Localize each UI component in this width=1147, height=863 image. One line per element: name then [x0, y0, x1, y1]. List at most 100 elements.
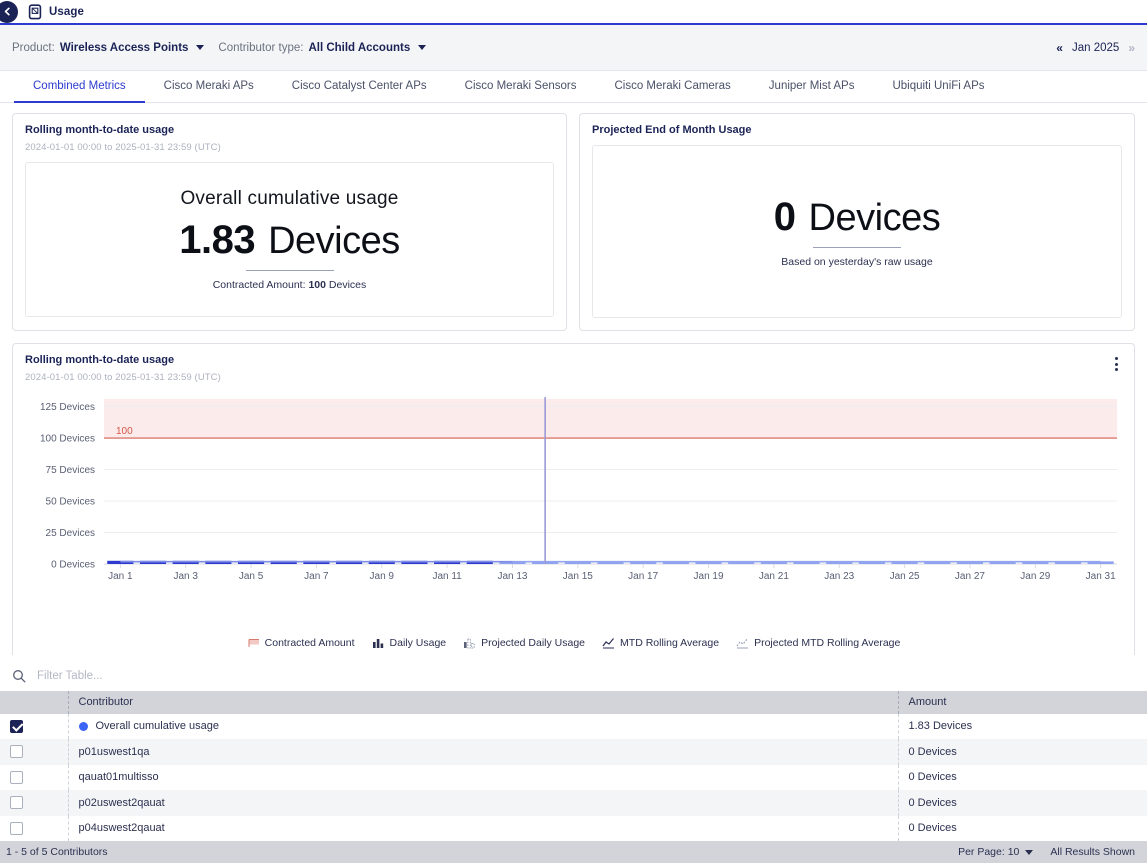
tab-juniper-mist-aps[interactable]: Juniper Mist APs [750, 71, 874, 103]
amount-cell: 0 Devices [908, 771, 957, 784]
search-icon [12, 669, 26, 683]
kebab-menu-icon[interactable] [1109, 354, 1123, 374]
divider [245, 269, 334, 271]
table-header-amount[interactable]: Amount [898, 690, 1147, 714]
legend-item-mtd-rolling-average[interactable]: MTD Rolling Average [602, 637, 719, 649]
per-page-selector[interactable]: Per Page: 10 [958, 846, 1034, 858]
table-header-row: Contributor Amount [0, 690, 1147, 714]
amount-cell: 1.83 Devices [908, 720, 973, 733]
chart-legend: Contracted Amount Daily Usage Projected Da… [25, 637, 1122, 649]
y-tick-label: 100 Devices [40, 434, 95, 445]
x-tick-label: Jan 7 [304, 571, 329, 582]
product-filter[interactable]: Product: Wireless Access Points [12, 41, 205, 54]
x-tick-label: Jan 17 [628, 571, 658, 582]
back-chevron-icon [4, 7, 10, 16]
row-checkbox[interactable] [10, 719, 23, 733]
row-checkbox[interactable] [10, 821, 23, 835]
legend-item-contracted-amount[interactable]: Contracted Amount [247, 637, 355, 649]
x-tick-label: Jan 27 [955, 571, 985, 582]
amount-cell: 0 Devices [908, 745, 957, 758]
page-title: Usage [49, 5, 85, 18]
tab-cisco-meraki-cameras[interactable]: Cisco Meraki Cameras [595, 71, 749, 103]
next-month-icon[interactable]: » [1128, 41, 1135, 55]
row-select-cell[interactable] [0, 790, 69, 816]
month-navigator: « Jan 2025 » [1056, 41, 1135, 55]
contracted-amount-note: Contracted Amount: 100 Devices [213, 279, 367, 291]
contributor-name: qauat01multisso [78, 771, 159, 784]
usage-chart-card: Rolling month-to-date usage 2024-01-01 0… [12, 343, 1135, 655]
row-select-cell[interactable] [0, 815, 69, 841]
bar-chart-icon [372, 639, 383, 648]
prev-month-icon[interactable]: « [1056, 41, 1063, 55]
amount-cell: 0 Devices [908, 796, 957, 809]
tab-cisco-catalyst-center-aps[interactable]: Cisco Catalyst Center APs [273, 71, 446, 103]
area-band-icon [248, 639, 259, 647]
legend-item-projected-daily-usage[interactable]: Projected Daily Usage [463, 637, 585, 649]
x-tick-label: Jan 29 [1020, 571, 1050, 582]
contributor-type-filter[interactable]: Contributor type: All Child Accounts [218, 42, 427, 54]
table-row[interactable]: Overall cumulative usage 1.83 Devices [0, 713, 1147, 739]
legend-label: Projected MTD Rolling Average [754, 637, 901, 649]
row-checkbox[interactable] [10, 770, 23, 784]
table-body: Overall cumulative usage 1.83 Devices p01u… [0, 713, 1147, 841]
tab-cisco-meraki-sensors[interactable]: Cisco Meraki Sensors [446, 71, 596, 103]
y-tick-label: 25 Devices [46, 528, 95, 539]
chevron-down-icon[interactable] [196, 45, 205, 50]
tab-label: Cisco Meraki APs [163, 80, 254, 92]
table-header-contributor[interactable]: Contributor [68, 690, 899, 714]
tab-label: Juniper Mist APs [768, 80, 855, 92]
product-filter-value[interactable]: Wireless Access Points [60, 42, 189, 54]
table-row[interactable]: p01uswest1qa 0 Devices [0, 739, 1147, 765]
table-row[interactable]: qauat01multisso 0 Devices [0, 764, 1147, 790]
legend-item-daily-usage[interactable]: Daily Usage [372, 637, 446, 649]
projected-eom-metric-box: 0 Devices Based on yesterday's raw usage [592, 145, 1122, 318]
tab-label: Cisco Meraki Cameras [614, 80, 731, 92]
usage-chart[interactable]: 100 0 Devices 25 Devices 50 Devices 75 Devic… [25, 387, 1122, 635]
tab-label: Ubiquiti UniFi APs [892, 80, 985, 92]
tab-label: Cisco Meraki Sensors [464, 80, 577, 92]
tab-bar: Combined Metrics Cisco Meraki APs Cisco Ca… [0, 71, 1147, 103]
tab-ubiquiti-unifi-aps[interactable]: Ubiquiti UniFi APs [873, 71, 1003, 103]
contributor-cell: Overall cumulative usage [68, 713, 899, 739]
row-select-cell[interactable] [0, 739, 69, 765]
table-row[interactable]: p04uswest2qauat 0 Devices [0, 815, 1147, 841]
legend-item-projected-mtd-rolling-average[interactable]: Projected MTD Rolling Average [736, 637, 900, 649]
usage-document-icon [28, 3, 42, 20]
x-tick-label: Jan 1 [108, 571, 133, 582]
x-tick-label: Jan 25 [890, 571, 920, 582]
x-tick-label: Jan 21 [759, 571, 789, 582]
row-select-cell[interactable] [0, 713, 69, 739]
x-tick-label: Jan 3 [173, 571, 198, 582]
tab-combined-metrics[interactable]: Combined Metrics [14, 71, 145, 103]
rolling-mtd-card-title: Rolling month-to-date usage [25, 124, 175, 136]
contributor-type-filter-value[interactable]: All Child Accounts [308, 42, 410, 54]
line-chart-dashed-icon [736, 638, 749, 649]
back-button[interactable] [0, 0, 18, 23]
chevron-down-icon[interactable] [418, 45, 427, 50]
main-content: Rolling month-to-date usage 2024-01-01 0… [0, 103, 1147, 655]
row-checkbox[interactable] [10, 796, 23, 810]
rolling-mtd-usage-card: Rolling month-to-date usage 2024-01-01 0… [12, 113, 567, 331]
contributor-cell: p01uswest1qa [68, 739, 899, 765]
filter-table-input[interactable] [35, 668, 335, 683]
table-footer: 1 - 5 of 5 Contributors Per Page: 10 All… [0, 841, 1147, 863]
chevron-down-icon[interactable] [1025, 849, 1034, 855]
x-tick-label: Jan 9 [370, 571, 395, 582]
rolling-mtd-card-subtitle: 2024-01-01 00:00 to 2025-01-31 23:59 (UT… [25, 142, 221, 153]
bar-chart-dashed-icon [464, 638, 475, 649]
contributor-name: p01uswest1qa [78, 745, 150, 758]
projected-eom-card-title: Projected End of Month Usage [592, 124, 752, 136]
tab-cisco-meraki-aps[interactable]: Cisco Meraki APs [145, 71, 273, 103]
x-tick-label: Jan 15 [563, 571, 593, 582]
product-filter-label: Product: [12, 41, 55, 54]
row-checkbox[interactable] [10, 745, 23, 759]
chart-card-subtitle: 2024-01-01 00:00 to 2025-01-31 23:59 (UT… [25, 372, 221, 383]
table-row[interactable]: p02uswest2qauat 0 Devices [0, 790, 1147, 816]
contributor-name: p04uswest2qauat [78, 822, 165, 835]
legend-label: MTD Rolling Average [620, 637, 720, 649]
y-tick-label: 125 Devices [40, 402, 95, 413]
row-select-cell[interactable] [0, 764, 69, 790]
x-tick-label: Jan 23 [824, 571, 854, 582]
y-tick-label: 75 Devices [46, 465, 95, 476]
legend-label: Contracted Amount [264, 637, 355, 649]
